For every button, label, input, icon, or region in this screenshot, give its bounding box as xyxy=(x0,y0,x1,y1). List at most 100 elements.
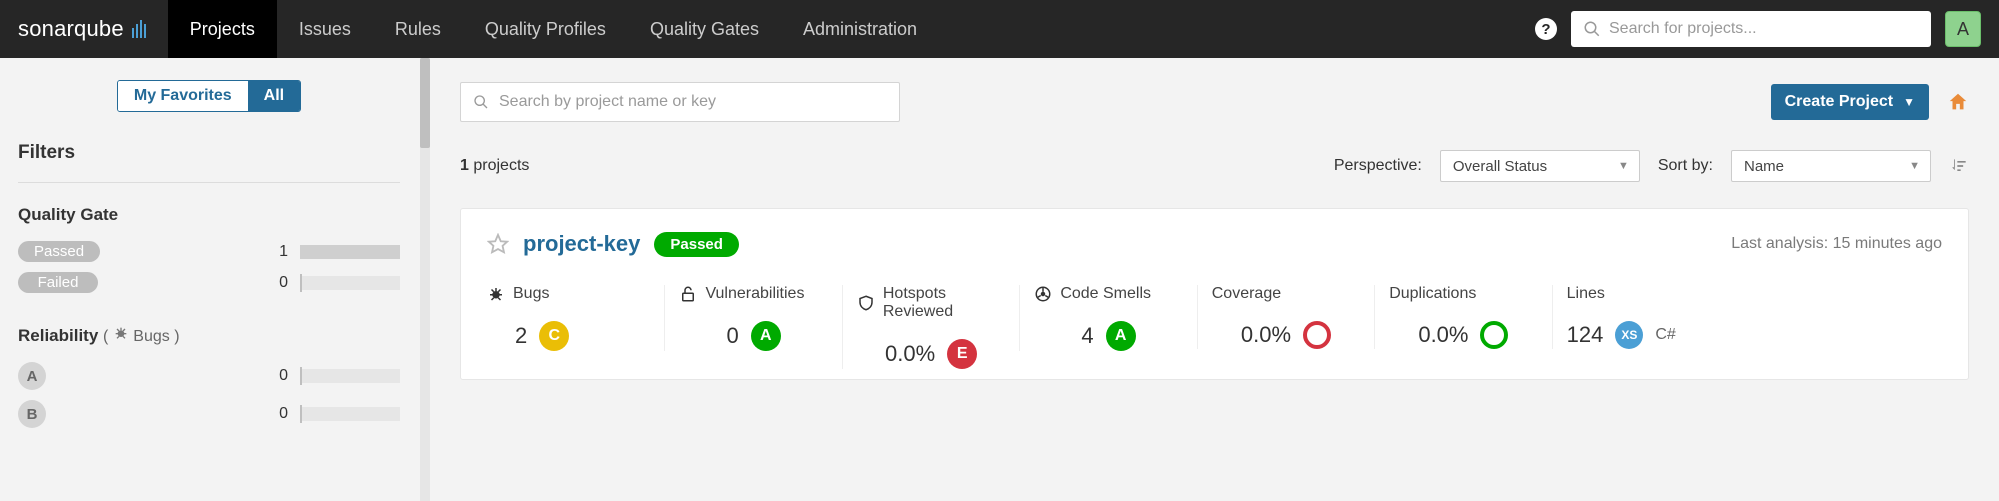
rating-b-count: 0 xyxy=(258,405,288,423)
nav-item-quality-profiles[interactable]: Quality Profiles xyxy=(463,0,628,58)
sort-select[interactable]: Name ▼ xyxy=(1731,150,1931,182)
nav-item-rules[interactable]: Rules xyxy=(373,0,463,58)
perspective-row: 1 projects Perspective: Overall Status ▼… xyxy=(460,150,1969,182)
size-badge: XS xyxy=(1615,321,1643,349)
rating-b-bar xyxy=(300,407,400,421)
metric-smells-label: Code Smells xyxy=(1060,285,1151,303)
metric-coverage-label: Coverage xyxy=(1212,285,1281,303)
radiation-icon xyxy=(1034,285,1052,303)
filter-passed-pill: Passed xyxy=(18,241,100,262)
metric-smells-rating: A xyxy=(1106,321,1136,351)
filter-group-quality-gate: Quality Gate xyxy=(18,205,400,225)
sidebar: My Favorites All Filters Quality Gate Pa… xyxy=(0,58,420,501)
filter-passed-count: 1 xyxy=(258,243,288,261)
quality-gate-status-badge: Passed xyxy=(654,232,739,257)
metric-coverage-value: 0.0% xyxy=(1241,322,1291,348)
search-icon xyxy=(473,94,489,110)
bug-icon xyxy=(113,325,129,341)
project-card-header: project-key Passed Last analysis: 15 min… xyxy=(487,231,1942,257)
chevron-down-icon: ▼ xyxy=(1909,160,1920,172)
metric-duplications[interactable]: Duplications 0.0% xyxy=(1374,285,1551,349)
create-project-button[interactable]: Create Project ▼ xyxy=(1771,84,1929,120)
favorite-star-icon[interactable] xyxy=(487,233,509,255)
metric-dup-value: 0.0% xyxy=(1418,322,1468,348)
metric-hotspots[interactable]: Hotspots Reviewed 0.0% E xyxy=(842,285,1019,369)
filters-heading: Filters xyxy=(18,142,400,164)
nav-item-issues[interactable]: Issues xyxy=(277,0,373,58)
metric-coverage[interactable]: Coverage 0.0% xyxy=(1197,285,1374,349)
nav-right: ? A xyxy=(1535,0,1999,58)
vertical-scrollbar[interactable] xyxy=(420,58,430,501)
create-project-label: Create Project xyxy=(1785,93,1894,111)
lock-open-icon xyxy=(679,285,697,303)
sort-direction-icon[interactable] xyxy=(1949,156,1969,176)
project-name-link[interactable]: project-key xyxy=(523,231,640,257)
rating-a-circle: A xyxy=(18,362,46,390)
chevron-down-icon: ▼ xyxy=(1618,160,1629,172)
metric-vuln-rating: A xyxy=(751,321,781,351)
metric-vuln-label: Vulnerabilities xyxy=(705,285,804,303)
metric-bugs-label: Bugs xyxy=(513,285,549,303)
metric-lines-label: Lines xyxy=(1567,285,1605,303)
nav-item-projects[interactable]: Projects xyxy=(168,0,277,58)
filter-group-reliability: Reliability ( Bugs ) xyxy=(18,325,400,346)
last-analysis: Last analysis: 15 minutes ago xyxy=(1731,235,1942,253)
main: My Favorites All Filters Quality Gate Pa… xyxy=(0,58,1999,501)
logo[interactable]: sonarqube xyxy=(0,0,168,58)
filter-failed[interactable]: Failed 0 xyxy=(18,272,400,293)
global-search-input[interactable] xyxy=(1609,20,1919,38)
top-nav: sonarqube Projects Issues Rules Quality … xyxy=(0,0,1999,58)
user-avatar[interactable]: A xyxy=(1945,11,1981,47)
project-search-input[interactable] xyxy=(499,93,887,111)
sidebar-divider xyxy=(18,182,400,183)
sort-label: Sort by: xyxy=(1658,157,1713,175)
metric-lines-value: 124 xyxy=(1567,322,1604,348)
filter-passed-bar xyxy=(300,245,400,259)
search-icon xyxy=(1583,20,1601,38)
rating-b-circle: B xyxy=(18,400,46,428)
metric-lines[interactable]: Lines 124 XS C# xyxy=(1552,285,1729,349)
duplication-ring-icon xyxy=(1480,321,1508,349)
logo-waves-icon xyxy=(130,20,146,38)
content-top-row: Create Project ▼ xyxy=(460,82,1969,122)
scrollbar-thumb[interactable] xyxy=(420,58,430,148)
nav-item-quality-gates[interactable]: Quality Gates xyxy=(628,0,781,58)
help-icon[interactable]: ? xyxy=(1535,18,1557,40)
metric-smells-value: 4 xyxy=(1081,323,1093,349)
nav-item-administration[interactable]: Administration xyxy=(781,0,939,58)
project-metrics: Bugs 2 C Vulnerabilities 0 xyxy=(487,285,1942,369)
metric-hotspots-label: Hotspots Reviewed xyxy=(883,285,1005,321)
filter-rating-a[interactable]: A 0 xyxy=(18,362,400,390)
metric-code-smells[interactable]: Code Smells 4 A xyxy=(1019,285,1196,351)
project-search[interactable] xyxy=(460,82,900,122)
project-card: project-key Passed Last analysis: 15 min… xyxy=(460,208,1969,380)
metric-vuln-value: 0 xyxy=(727,323,739,349)
metric-dup-label: Duplications xyxy=(1389,285,1476,303)
perspective-select[interactable]: Overall Status ▼ xyxy=(1440,150,1640,182)
bug-icon xyxy=(487,285,505,303)
chevron-down-icon: ▼ xyxy=(1903,95,1915,109)
toggle-all[interactable]: All xyxy=(248,81,300,111)
content: Create Project ▼ 1 projects Perspective:… xyxy=(430,58,1999,501)
metric-bugs[interactable]: Bugs 2 C xyxy=(487,285,664,351)
metric-hotspots-value: 0.0% xyxy=(885,341,935,367)
nav-items: Projects Issues Rules Quality Profiles Q… xyxy=(168,0,939,58)
filter-failed-bar xyxy=(300,276,400,290)
global-search[interactable] xyxy=(1571,11,1931,47)
metric-vulnerabilities[interactable]: Vulnerabilities 0 A xyxy=(664,285,841,351)
rating-a-count: 0 xyxy=(258,367,288,385)
rating-a-bar xyxy=(300,369,400,383)
home-icon[interactable] xyxy=(1947,91,1969,113)
metric-hotspots-rating: E xyxy=(947,339,977,369)
filter-rating-b[interactable]: B 0 xyxy=(18,400,400,428)
filter-passed[interactable]: Passed 1 xyxy=(18,241,400,262)
favorites-toggle: My Favorites All xyxy=(18,80,400,112)
filter-failed-pill: Failed xyxy=(18,272,98,293)
projects-count: 1 projects xyxy=(460,157,529,175)
metric-bugs-rating: C xyxy=(539,321,569,351)
language-label: C# xyxy=(1655,326,1675,344)
filter-failed-count: 0 xyxy=(258,274,288,292)
perspective-label: Perspective: xyxy=(1334,157,1422,175)
toggle-my-favorites[interactable]: My Favorites xyxy=(118,81,248,111)
coverage-ring-icon xyxy=(1303,321,1331,349)
